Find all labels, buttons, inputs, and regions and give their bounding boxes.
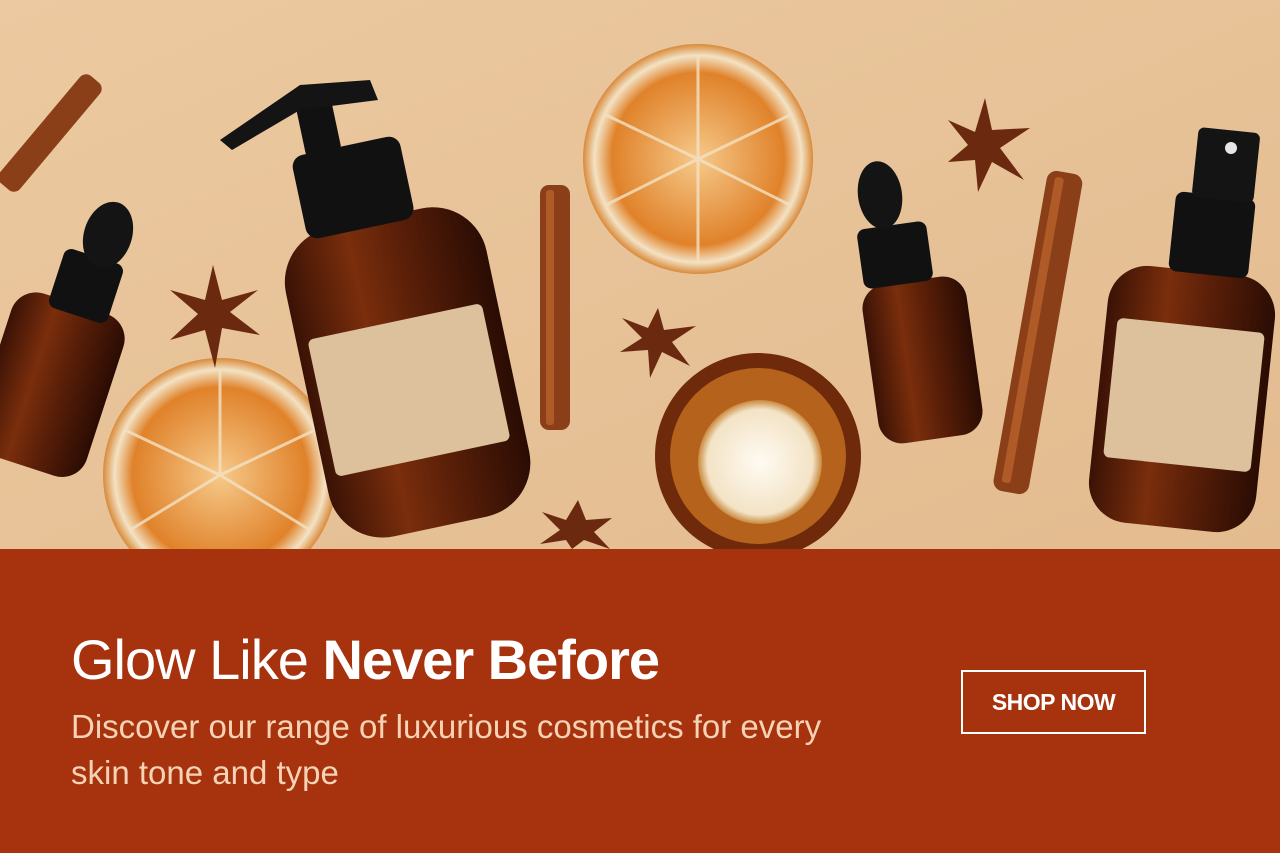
promo-banner: Glow Like Never Before Discover our rang… [0,0,1280,853]
hero-image [0,0,1280,549]
headline-bold: Never Before [322,628,660,691]
shop-now-button[interactable]: SHOP NOW [961,670,1146,734]
promo-panel: Glow Like Never Before Discover our rang… [0,549,1280,853]
subtext: Discover our range of luxurious cosmetic… [71,708,822,791]
headline: Glow Like Never Before [71,627,660,693]
headline-light: Glow Like [71,628,309,691]
